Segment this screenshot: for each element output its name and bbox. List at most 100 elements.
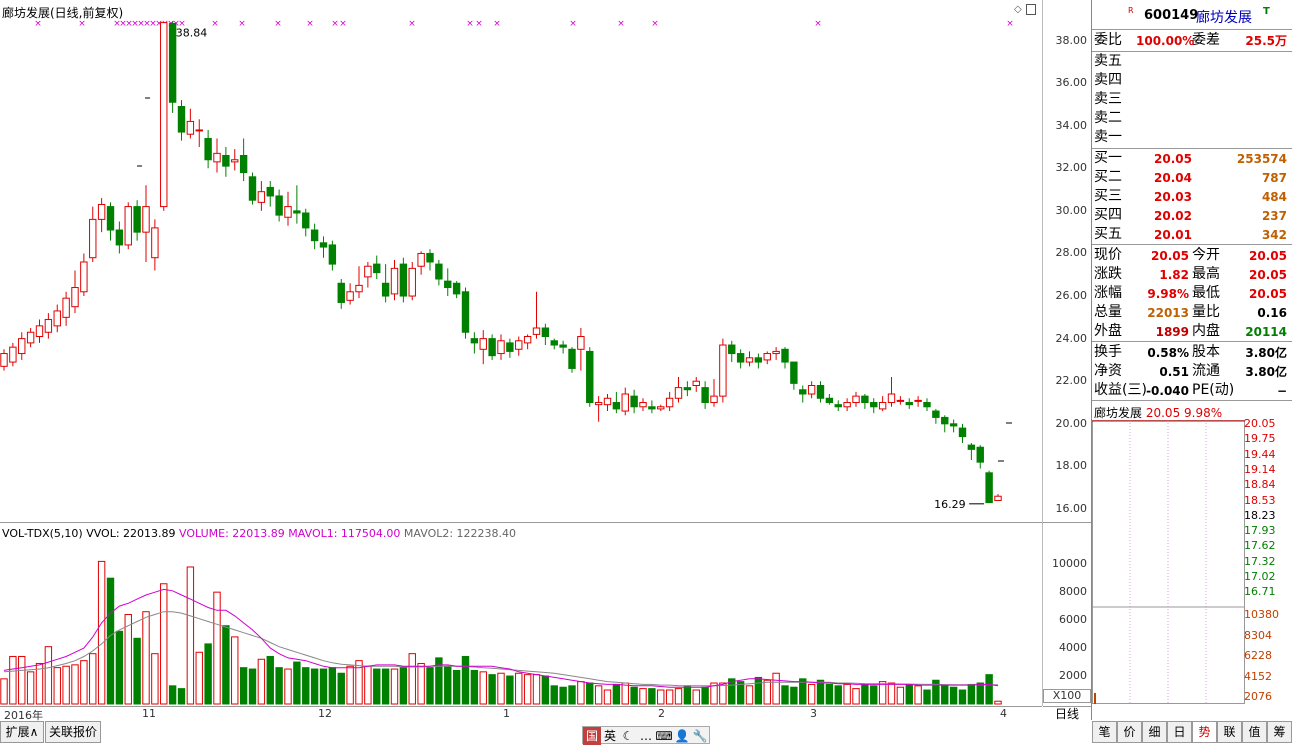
volume-axis-label: 8000 (1059, 585, 1087, 599)
volume-bar (399, 667, 408, 705)
volume-bar (248, 668, 257, 705)
buy-row[interactable]: 买四 20.02 237 (1092, 206, 1291, 225)
panel-tab[interactable]: 势 (1192, 721, 1217, 743)
price-axis-label: 36.00 (1055, 76, 1088, 90)
candle-body (186, 120, 195, 135)
high-price-label: 38.84 (176, 27, 208, 40)
dots-icon[interactable]: … (637, 727, 655, 745)
candle-body (905, 402, 913, 406)
stat-row: 总量 22013 量比 0.16 (1092, 303, 1291, 322)
price-axis-label: 38.00 (1055, 33, 1088, 47)
panel-tab[interactable]: 细 (1142, 721, 1167, 743)
sell-row[interactable]: 卖四 (1092, 71, 1291, 90)
volume-plot[interactable] (0, 540, 1042, 706)
candle-body (231, 159, 239, 163)
wrench-icon[interactable]: 🔧 (691, 727, 709, 745)
candle-body (488, 338, 496, 357)
volume-bar (958, 689, 967, 705)
diamond-icon[interactable]: ◇ (1014, 4, 1022, 15)
stat-row: 换手 0.58% 股本 3.80亿 (1092, 343, 1291, 362)
sell-row[interactable]: 卖二 (1092, 109, 1291, 128)
buy-row[interactable]: 买一 20.05 253574 (1092, 149, 1291, 168)
volume-bar (657, 689, 665, 705)
candle-body (195, 129, 203, 132)
volume-bar (923, 689, 931, 705)
candle-body (80, 261, 88, 293)
volume-bar (195, 651, 203, 705)
stat-label: 总量 (1094, 304, 1122, 320)
sell-label: 卖二 (1094, 110, 1122, 126)
volume-bar (887, 682, 896, 705)
candle-body (293, 210, 301, 214)
weicha-label: 委差 (1192, 32, 1220, 48)
buy-price: 20.05 (1154, 152, 1192, 166)
window-toggle-icon[interactable] (1026, 4, 1036, 15)
candle-body (328, 244, 337, 265)
volume-unit: X100 (1043, 689, 1091, 703)
volume-bar (612, 683, 621, 705)
english-icon[interactable]: 英 (601, 727, 619, 745)
volume-bar (284, 668, 292, 705)
volume-bar (896, 686, 905, 705)
sell-row[interactable]: 卖三 (1092, 90, 1291, 109)
stat-value: 1899 (1155, 325, 1189, 339)
buy-row[interactable]: 买二 20.04 787 (1092, 168, 1291, 187)
buy-row[interactable]: 买五 20.01 342 (1092, 225, 1291, 244)
volume-bar (568, 685, 576, 705)
volume-bar (62, 665, 70, 705)
stat-value: 0.51 (1159, 365, 1189, 379)
volume-bar (204, 643, 212, 705)
stat-row: 涨幅 9.98% 最低 20.05 (1092, 284, 1291, 303)
buy-row[interactable]: 买三 20.03 484 (1092, 187, 1291, 206)
candle-body (275, 195, 283, 216)
moon-icon[interactable]: ☾ (619, 727, 637, 745)
volume-bar (949, 686, 958, 705)
sell-row[interactable]: 卖一 (1092, 128, 1291, 147)
candle-body (160, 22, 168, 208)
buy-label: 买二 (1094, 169, 1122, 185)
stat-row: 涨跌 1.82 最高 20.05 (1092, 265, 1291, 284)
stat-value: 0.58% (1147, 346, 1189, 360)
candle-body (843, 402, 851, 408)
candle-body (852, 395, 860, 404)
stock-code: 600149 (1144, 8, 1199, 23)
candle-body (266, 186, 274, 197)
stat-label: 外盘 (1094, 323, 1122, 339)
volume-bar (160, 583, 168, 705)
user-icon[interactable]: 👤 (673, 727, 691, 745)
volume-bar (231, 636, 239, 705)
volume-bar (186, 566, 195, 705)
minute-vol-label: 6228 (1244, 649, 1272, 662)
ime-toolbar[interactable]: 国英 ☾… ⌨ 👤 🔧 (582, 726, 710, 745)
candle-body (719, 344, 727, 397)
sell-label: 卖一 (1094, 129, 1122, 145)
panel-tab[interactable]: 笔 (1092, 721, 1117, 743)
buy-price: 20.01 (1154, 228, 1192, 242)
panel-tab[interactable]: 日 (1167, 721, 1192, 743)
stat-label: 涨跌 (1094, 266, 1122, 282)
event-marker: × (493, 19, 501, 29)
sell-row[interactable]: 卖五 (1092, 52, 1291, 71)
panel-tab[interactable]: 联 (1217, 721, 1242, 743)
candle-body (586, 350, 594, 404)
volume-bar (97, 560, 106, 705)
candle-body (124, 206, 132, 246)
panel-tab[interactable]: 值 (1242, 721, 1267, 743)
tab-related-quote[interactable]: 关联报价 (45, 721, 101, 743)
guo-icon[interactable]: 国 (583, 727, 601, 745)
keyboard-icon[interactable]: ⌨ (655, 727, 673, 745)
minute-chart[interactable] (1092, 420, 1247, 705)
candle-body (257, 191, 266, 203)
panel-tab[interactable]: 筹 (1267, 721, 1292, 743)
volume-bar (870, 685, 878, 705)
kline-chart-area[interactable]: 廊坊发展(日线,前复权) ×××××××××××××××××××××××××××… (0, 0, 1042, 722)
stat-label: 最低 (1192, 285, 1220, 301)
event-marker: × (78, 19, 86, 29)
candle-body (834, 404, 842, 408)
volume-bar (621, 682, 629, 705)
stat-label: 现价 (1094, 247, 1122, 263)
period-label[interactable]: 日线 (1043, 706, 1091, 721)
panel-tab[interactable]: 价 (1117, 721, 1142, 743)
kline-plot[interactable]: ×××××××××××××××××××××××××××××38.8416.29 (0, 0, 1042, 522)
tab-expand[interactable]: 扩展∧ (0, 721, 44, 743)
